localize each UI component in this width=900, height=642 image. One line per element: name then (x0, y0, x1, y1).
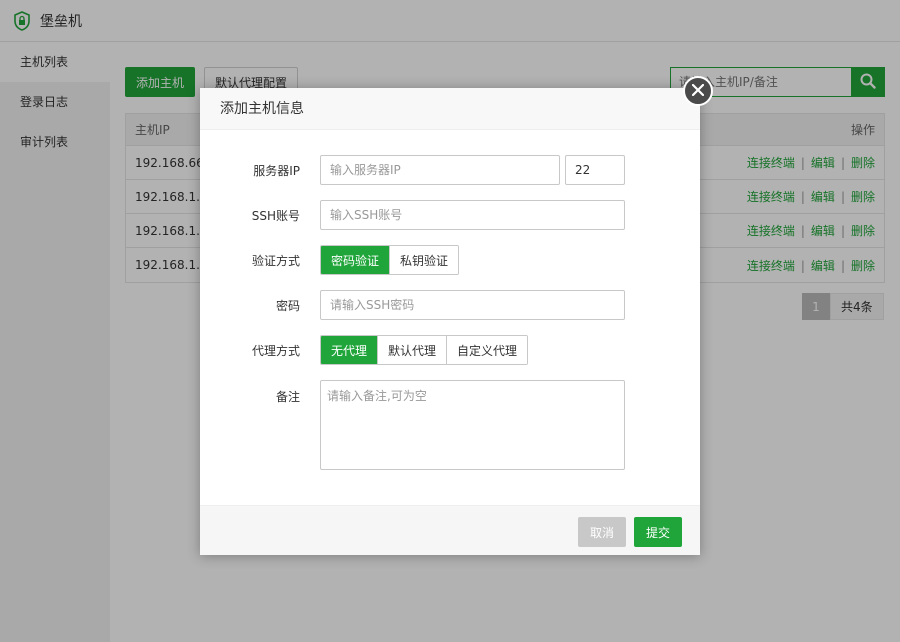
auth-password-option[interactable]: 密码验证 (321, 246, 391, 274)
server-ip-row: 服务器IP (200, 155, 625, 185)
auth-method-label: 验证方式 (251, 253, 300, 268)
close-dialog-button[interactable] (683, 76, 713, 106)
dialog-footer: 取消 提交 (200, 505, 700, 555)
password-input[interactable] (320, 290, 625, 320)
password-row: 密码 (200, 290, 625, 320)
proxy-method-row: 代理方式 无代理 默认代理 自定义代理 (200, 335, 529, 365)
server-ip-input[interactable] (320, 155, 560, 185)
remark-label: 备注 (275, 390, 300, 404)
proxy-method-toggle: 无代理 默认代理 自定义代理 (320, 335, 529, 365)
proxy-default-option[interactable]: 默认代理 (378, 336, 448, 364)
add-host-dialog: 添加主机信息 服务器IP SSH账号 验证方式 密码验证 私钥验证 密码 代理方… (200, 88, 700, 555)
ssh-user-row: SSH账号 (200, 200, 625, 230)
proxy-custom-option[interactable]: 自定义代理 (447, 336, 528, 364)
cancel-button[interactable]: 取消 (578, 517, 626, 547)
proxy-method-label: 代理方式 (251, 343, 300, 358)
dialog-title: 添加主机信息 (200, 88, 700, 130)
server-ip-label: 服务器IP (253, 163, 300, 178)
password-label: 密码 (275, 298, 300, 313)
ssh-user-label: SSH账号 (251, 208, 300, 223)
submit-button[interactable]: 提交 (634, 517, 682, 547)
proxy-none-option[interactable]: 无代理 (321, 336, 379, 364)
remark-row: 备注 (200, 380, 625, 470)
remark-textarea[interactable] (320, 380, 625, 470)
close-icon (691, 83, 705, 99)
auth-private-key-option[interactable]: 私钥验证 (390, 246, 459, 274)
auth-method-row: 验证方式 密码验证 私钥验证 (200, 245, 460, 275)
port-input[interactable] (565, 155, 625, 185)
auth-method-toggle: 密码验证 私钥验证 (320, 245, 460, 275)
ssh-user-input[interactable] (320, 200, 625, 230)
